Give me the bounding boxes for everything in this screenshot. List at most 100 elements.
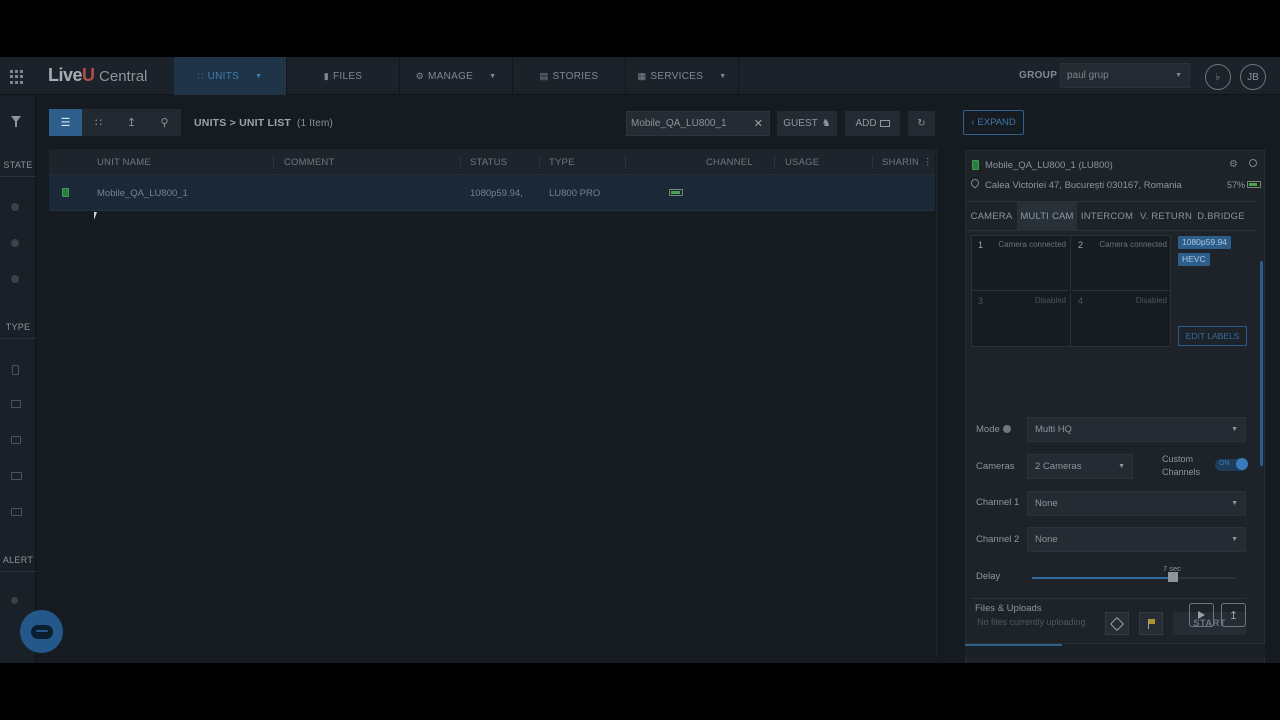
tab-units[interactable]: ∷ UNITS ▼ bbox=[174, 57, 287, 95]
refresh-icon: ↻ bbox=[917, 118, 926, 129]
server-icon[interactable] bbox=[11, 508, 22, 516]
mode-select[interactable]: Multi HQ ▼ bbox=[1027, 417, 1246, 442]
col-comment[interactable]: COMMENT bbox=[284, 157, 334, 168]
tab-services[interactable]: ▦ SERVICES ▼ bbox=[626, 57, 739, 95]
gear-icon[interactable]: ⚙ bbox=[1229, 159, 1238, 170]
tab-stories-label: STORIES bbox=[552, 70, 599, 82]
info-icon[interactable] bbox=[1002, 425, 1011, 433]
channel1-label: Channel 1 bbox=[976, 497, 1020, 508]
tab-multi-cam[interactable]: MULTI CAM bbox=[1017, 202, 1077, 231]
tag-icon bbox=[1109, 616, 1125, 631]
laptop-icon[interactable] bbox=[11, 400, 21, 408]
monitor-icon[interactable] bbox=[11, 436, 21, 444]
grid-view-button[interactable]: ∷ bbox=[82, 109, 116, 136]
user-avatar-button[interactable]: JB bbox=[1240, 64, 1266, 90]
col-divider bbox=[774, 155, 775, 169]
app-window: LiveU Central ∷ UNITS ▼ ▮ FILES ⚙ MANAGE ▼ ▤ ST… bbox=[0, 57, 1280, 663]
power-icon[interactable] bbox=[1249, 159, 1257, 167]
col-divider bbox=[625, 155, 626, 169]
chevron-down-icon: ▼ bbox=[1231, 426, 1238, 433]
state-filter-streaming[interactable] bbox=[11, 239, 19, 247]
files-uploads-title: Files & Uploads bbox=[975, 603, 1042, 614]
camera-slot-3[interactable]: 3 Disabled bbox=[972, 292, 1071, 347]
delay-slider-handle[interactable] bbox=[1168, 572, 1178, 582]
state-filter-offline[interactable] bbox=[11, 275, 19, 283]
map-pin-icon: ⚲ bbox=[160, 117, 169, 129]
tab-files[interactable]: ▮ FILES bbox=[287, 57, 400, 95]
codec-badge: HEVC bbox=[1178, 253, 1210, 266]
camera-slot-4[interactable]: 4 Disabled bbox=[1072, 292, 1171, 347]
column-menu-icon[interactable]: ⋮ bbox=[923, 157, 933, 168]
guest-button[interactable]: GUEST ♞ bbox=[777, 111, 837, 136]
col-usage[interactable]: USAGE bbox=[785, 157, 819, 168]
upload-icon: ↥ bbox=[1228, 609, 1239, 622]
tab-camera[interactable]: CAMERA bbox=[966, 202, 1017, 231]
col-unit-name[interactable]: UNIT NAME bbox=[97, 157, 151, 168]
col-sharing[interactable]: SHARING bbox=[882, 157, 918, 168]
map-view-button[interactable]: ⚲ bbox=[148, 109, 182, 136]
custom-channels-toggle[interactable]: ON bbox=[1215, 458, 1248, 471]
play-files-button[interactable] bbox=[1189, 603, 1214, 627]
export-button[interactable]: ↥ bbox=[115, 109, 149, 136]
panel-scrollbar[interactable] bbox=[1260, 261, 1263, 466]
liveu-logo[interactable]: LiveU Central bbox=[48, 65, 147, 87]
grid-view-icon: ∷ bbox=[95, 117, 102, 129]
refresh-button[interactable]: ↻ bbox=[908, 111, 935, 136]
group-select[interactable]: paul grup ▼ bbox=[1060, 63, 1190, 88]
add-unit-icon bbox=[879, 120, 890, 127]
chat-icon bbox=[30, 624, 53, 639]
channel2-value: None bbox=[1035, 534, 1058, 545]
camera-slot-1[interactable]: 1 Camera connected bbox=[972, 236, 1071, 291]
list-view-button[interactable]: ☰ bbox=[49, 109, 83, 136]
tag-button[interactable] bbox=[1105, 612, 1129, 635]
expand-button[interactable]: ‹ EXPAND bbox=[963, 110, 1024, 135]
add-button[interactable]: ADD bbox=[845, 111, 900, 136]
divider bbox=[0, 571, 36, 572]
tab-manage[interactable]: ⚙ MANAGE ▼ bbox=[400, 57, 513, 95]
apps-grid-icon[interactable] bbox=[10, 70, 24, 84]
chevron-down-icon: ▼ bbox=[1231, 500, 1238, 507]
unit-address: Calea Victoriei 47, București 030167, Ro… bbox=[985, 180, 1182, 191]
state-filter-online[interactable] bbox=[11, 203, 19, 211]
cell-status: 1080p59.94, bbox=[470, 188, 523, 199]
unit-search-box: ✕ bbox=[626, 111, 770, 136]
type-label: TYPE bbox=[5, 322, 31, 332]
tab-stories[interactable]: ▤ STORIES bbox=[513, 57, 626, 95]
tab-d-bridge[interactable]: D.BRIDGE bbox=[1196, 202, 1246, 231]
channel2-select[interactable]: None ▼ bbox=[1027, 527, 1246, 552]
logo-u-text: U bbox=[82, 65, 96, 85]
tab-v-return[interactable]: V. RETURN bbox=[1138, 202, 1194, 231]
mode-value: Multi HQ bbox=[1035, 424, 1072, 435]
battery-icon bbox=[1247, 181, 1261, 188]
camera-slot-2[interactable]: 2 Camera connected bbox=[1072, 236, 1171, 291]
notifications-button[interactable]: ♭ bbox=[1205, 64, 1231, 90]
cameras-select[interactable]: 2 Cameras ▼ bbox=[1027, 454, 1133, 479]
rack-unit-icon[interactable] bbox=[11, 472, 22, 480]
col-status[interactable]: STATUS bbox=[470, 157, 507, 168]
mobile-unit-icon[interactable] bbox=[12, 365, 19, 375]
upload-files-button[interactable]: ↥ bbox=[1221, 603, 1246, 627]
unit-details-panel: Mobile_QA_LU800_1 (LU800) ⚙ Calea Victor… bbox=[965, 150, 1265, 657]
list-scroll-divider bbox=[936, 149, 937, 657]
chat-support-button[interactable] bbox=[20, 610, 63, 653]
delay-slider[interactable] bbox=[1032, 572, 1236, 582]
col-type[interactable]: TYPE bbox=[549, 157, 575, 168]
flag-button[interactable] bbox=[1139, 612, 1163, 635]
channel1-select[interactable]: None ▼ bbox=[1027, 491, 1246, 516]
table-row[interactable]: Mobile_QA_LU800_1 1080p59.94, LU800 PRO bbox=[49, 175, 935, 211]
chevron-down-icon: ▼ bbox=[489, 72, 497, 80]
cell-unit-name: Mobile_QA_LU800_1 bbox=[97, 188, 188, 199]
alert-label: ALERT bbox=[2, 555, 34, 565]
tab-files-label: FILES bbox=[332, 70, 363, 82]
cameras-label: Cameras bbox=[976, 461, 1015, 472]
alert-info-icon[interactable] bbox=[11, 597, 18, 604]
filter-icon[interactable] bbox=[11, 116, 21, 127]
clear-search-icon[interactable]: ✕ bbox=[754, 117, 763, 130]
user-initials: JB bbox=[1247, 71, 1259, 83]
col-divider bbox=[460, 155, 461, 169]
unit-search-input[interactable] bbox=[627, 112, 753, 135]
col-divider bbox=[539, 155, 540, 169]
tab-intercom[interactable]: INTERCOM bbox=[1078, 202, 1136, 231]
col-channel[interactable]: CHANNEL bbox=[706, 157, 753, 168]
edit-labels-button[interactable]: EDIT LABELS bbox=[1178, 326, 1247, 346]
